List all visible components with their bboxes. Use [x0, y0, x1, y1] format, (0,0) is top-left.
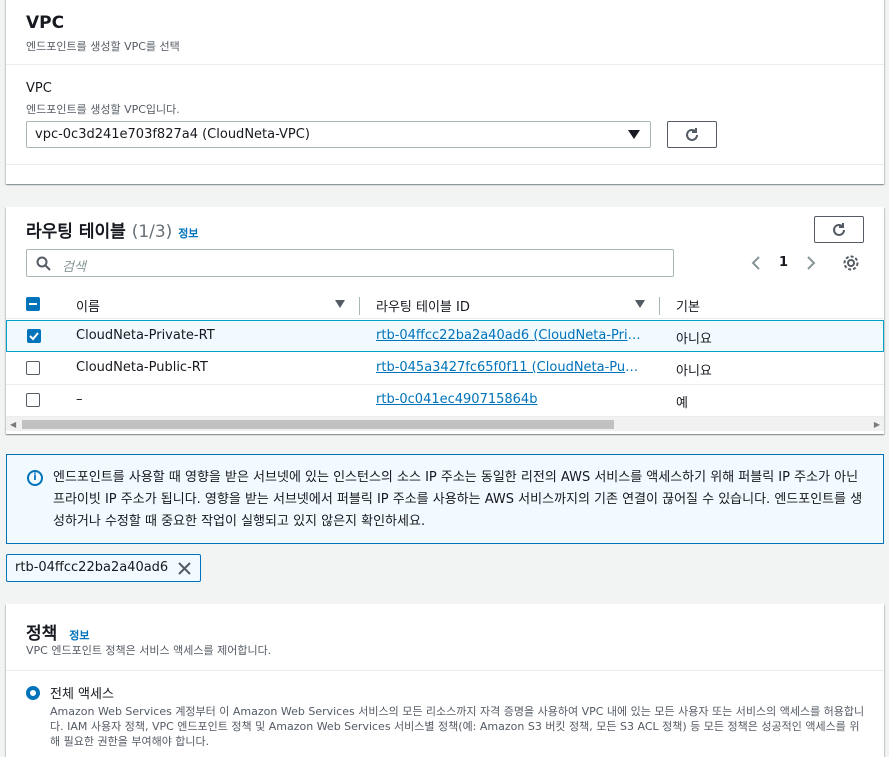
token-label: rtb-04ffcc22ba2a40ad6	[15, 560, 169, 575]
selected-route-table-token: rtb-04ffcc22ba2a40ad6	[6, 554, 201, 582]
policy-info-link[interactable]: 정보	[69, 629, 89, 642]
sort-caret-icon[interactable]	[635, 300, 645, 308]
row-name: CloudNeta-Public-RT	[76, 360, 208, 375]
route-table-title-text: 라우팅 테이블	[26, 222, 126, 242]
info-alert: i 엔드포인트를 사용할 때 영향을 받은 서브넷에 있는 인스턴스의 소스 I…	[6, 454, 884, 544]
table-row[interactable]: CloudNeta-Private-RT rtb-04ffcc22ba2a40a…	[6, 320, 884, 352]
row-main: 예	[676, 396, 688, 411]
page-number[interactable]: 1	[779, 255, 788, 270]
row-id-link[interactable]: rtb-0c041ec490715864b	[376, 392, 644, 407]
column-header-name[interactable]: 이름	[76, 296, 100, 315]
column-header-main[interactable]: 기본	[676, 296, 700, 315]
table-row[interactable]: CloudNeta-Public-RT rtb-045a3427fc65f0f1…	[6, 353, 884, 385]
chevron-right-icon[interactable]	[805, 255, 817, 271]
vpc-refresh-button[interactable]	[667, 121, 717, 148]
sort-caret-icon[interactable]	[335, 300, 345, 308]
gear-icon[interactable]	[842, 254, 860, 272]
refresh-icon	[833, 222, 845, 236]
alert-text: 엔드포인트를 사용할 때 영향을 받은 서브넷에 있는 인스턴스의 소스 IP …	[53, 470, 863, 529]
select-all-checkbox[interactable]	[26, 297, 40, 311]
route-table-panel: 라우팅 테이블 (1/3) 정보 검색 1 이름 라우팅 테이블 ID 기본 C…	[6, 207, 884, 434]
caret-down-icon	[628, 130, 640, 139]
route-table-info-link[interactable]: 정보	[178, 227, 198, 240]
row-main: 아니요	[676, 332, 712, 347]
vpc-select[interactable]: vpc-0c3d241e703f827a4 (CloudNeta-VPC)	[26, 121, 651, 148]
search-icon	[36, 256, 51, 271]
policy-description: VPC 엔드포인트 정책은 서비스 액세스를 제어합니다.	[26, 644, 272, 657]
chevron-left-icon[interactable]	[750, 255, 762, 271]
policy-panel: 정책 정보 VPC 엔드포인트 정책은 서비스 액세스를 제어합니다. 전체 액…	[6, 604, 884, 757]
row-id-link[interactable]: rtb-04ffcc22ba2a40ad6 (CloudNeta-Private…	[376, 328, 644, 343]
vpc-panel: VPC 엔드포인트를 생성할 VPC를 선택 VPC 엔드포인트를 생성할 VP…	[6, 0, 884, 184]
scroll-left-icon[interactable]: ◀	[10, 420, 16, 429]
vpc-field-label: VPC	[26, 81, 52, 96]
route-table-count: (1/3)	[131, 222, 173, 242]
row-id-link[interactable]: rtb-045a3427fc65f0f11 (CloudNeta-Public-…	[376, 360, 644, 375]
column-separator	[659, 297, 660, 315]
row-name: –	[76, 392, 83, 407]
horizontal-scrollbar[interactable]: ◀ ▶	[6, 417, 884, 431]
route-table-title: 라우팅 테이블 (1/3) 정보	[26, 217, 198, 242]
search-placeholder: 검색	[62, 260, 86, 275]
vpc-field-description: 엔드포인트를 생성할 VPC입니다.	[26, 103, 180, 116]
full-access-radio[interactable]	[26, 686, 40, 700]
full-access-label[interactable]: 전체 액세스	[50, 683, 114, 702]
policy-title: 정책 정보	[26, 619, 89, 644]
scrollbar-thumb[interactable]	[22, 420, 614, 429]
divider	[6, 164, 884, 165]
row-name: CloudNeta-Private-RT	[76, 328, 215, 343]
info-icon: i	[27, 470, 43, 486]
scroll-right-icon[interactable]: ▶	[874, 420, 880, 429]
vpc-section-title: VPC	[26, 13, 65, 33]
policy-title-text: 정책	[26, 624, 58, 644]
full-access-description: Amazon Web Services 계정부터 이 Amazon Web Se…	[50, 705, 865, 748]
route-table-search-input[interactable]: 검색	[26, 249, 674, 277]
column-header-id[interactable]: 라우팅 테이블 ID	[376, 296, 470, 315]
row-checkbox[interactable]	[27, 329, 41, 343]
vpc-select-value: vpc-0c3d241e703f827a4 (CloudNeta-VPC)	[35, 127, 310, 142]
row-main: 아니요	[676, 364, 712, 379]
refresh-icon	[686, 127, 698, 141]
route-table-refresh-button[interactable]	[814, 216, 864, 243]
column-separator	[359, 297, 360, 315]
vpc-section-description: 엔드포인트를 생성할 VPC를 선택	[26, 40, 180, 53]
table-header: 이름 라우팅 테이블 ID 기본	[6, 291, 884, 319]
close-icon[interactable]	[178, 562, 191, 575]
row-checkbox[interactable]	[26, 393, 40, 407]
row-checkbox[interactable]	[26, 361, 40, 375]
table-row[interactable]: – rtb-0c041ec490715864b 예	[6, 385, 884, 417]
divider	[6, 670, 884, 671]
divider	[6, 64, 884, 65]
